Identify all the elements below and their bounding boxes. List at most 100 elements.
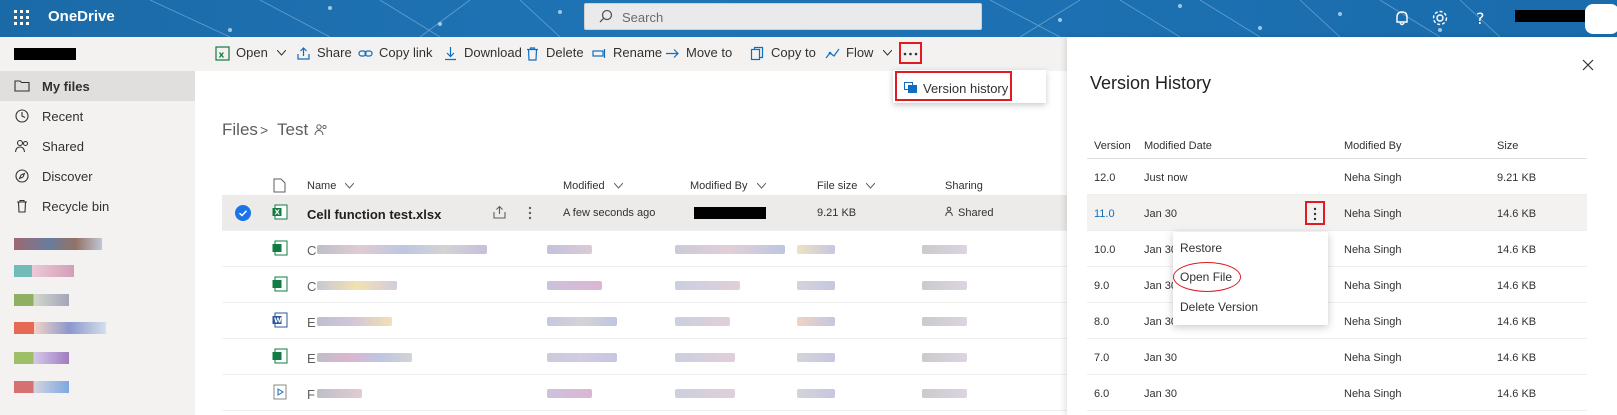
column-header-name[interactable]: Name (307, 180, 355, 192)
blurred-sharing (922, 389, 967, 398)
search-box[interactable]: Search (584, 3, 982, 30)
trash-icon (17, 199, 27, 213)
more-vertical-icon (1313, 207, 1317, 221)
download-label: Download (464, 45, 522, 60)
version-history-menu-item[interactable]: Version history (895, 71, 1012, 101)
breadcrumb-root[interactable]: Files (222, 120, 258, 139)
blurred-modified-by (675, 281, 740, 290)
version-history-label: Version history (923, 81, 1009, 96)
gear-icon[interactable] (1430, 8, 1450, 28)
table-row[interactable]: X Cell function test.xlsx A few seconds … (222, 195, 1067, 231)
modified-by-redacted (694, 207, 766, 219)
column-header-file-size[interactable]: File size (817, 180, 876, 192)
more-actions-button[interactable] (899, 42, 922, 64)
table-row[interactable]: F (222, 375, 1067, 411)
blurred-file-name (317, 389, 362, 398)
library-item[interactable] (14, 352, 69, 364)
version-row[interactable]: 10.0 Jan 30 Neha Singh 14.6 KB (1087, 231, 1587, 267)
user-name-redacted (14, 48, 76, 60)
rename-label: Rename (613, 45, 663, 60)
search-placeholder[interactable]: Search (622, 10, 663, 25)
restore-menu-item[interactable]: Restore (1180, 241, 1222, 255)
nav-item-recycle-bin[interactable]: Recycle bin (0, 191, 195, 221)
column-header-modified-by[interactable]: Modified By (690, 180, 766, 192)
blurred-modified (547, 245, 592, 254)
delete-version-menu-item[interactable]: Delete Version (1180, 300, 1258, 314)
chevron-down-icon (866, 183, 876, 189)
checkmark-icon (238, 210, 248, 217)
file-name[interactable]: E (307, 315, 316, 330)
version-row[interactable]: 9.0 Jan 30 Neha Singh 14.6 KB (1087, 267, 1587, 303)
blurred-file-name (317, 245, 487, 254)
blurred-size (797, 281, 835, 290)
version-row[interactable]: 6.0 Jan 30 Neha Singh 14.6 KB (1087, 375, 1587, 411)
version-date: Jan 30 (1144, 208, 1178, 220)
column-header-sharing[interactable]: Sharing (945, 180, 983, 192)
library-item[interactable] (14, 322, 106, 334)
version-more-button[interactable] (1305, 201, 1325, 225)
blurred-sharing (922, 281, 967, 290)
version-row[interactable]: 7.0 Jan 30 Neha Singh 14.6 KB (1087, 339, 1587, 375)
file-name[interactable]: Cell function test.xlsx (307, 207, 441, 222)
help-icon[interactable]: ? (1470, 8, 1490, 28)
copy-icon (750, 46, 764, 61)
version-row[interactable]: 11.0 Jan 30 Neha Singh 14.6 KB (1087, 195, 1587, 231)
clock-icon (15, 109, 29, 123)
close-icon[interactable] (1582, 59, 1594, 71)
blurred-file-name (317, 353, 412, 362)
nav-item-recent[interactable]: Recent (0, 101, 195, 131)
copy-to-label: Copy to (771, 45, 816, 60)
more-vertical-icon[interactable] (527, 205, 533, 221)
command-bar: x Open Share Copy link Download Delete R… (195, 37, 1067, 71)
library-item[interactable] (14, 265, 74, 277)
column-header-label: Modified (563, 180, 605, 192)
svg-text:?: ? (1476, 9, 1485, 28)
table-row[interactable]: C (222, 267, 1067, 303)
file-name[interactable]: C (307, 243, 316, 258)
column-header-label: Name (307, 180, 337, 192)
breadcrumb-current: Test (277, 120, 309, 139)
version-history-panel: Version History Version Modified Date Mo… (1067, 37, 1617, 415)
notification-bell-icon[interactable] (1392, 8, 1412, 28)
chevron-down-icon (613, 183, 623, 189)
version-number[interactable]: 11.0 (1094, 208, 1115, 220)
version-number: 10.0 (1094, 244, 1116, 256)
word-file-icon: W (272, 312, 288, 328)
file-name[interactable]: C (307, 279, 316, 294)
version-date: Just now (1144, 172, 1188, 184)
avatar[interactable] (1585, 4, 1617, 34)
version-number: 9.0 (1094, 280, 1110, 292)
version-row[interactable]: 12.0 Just now Neha Singh 9.21 KB (1087, 159, 1587, 195)
excel-file-icon (272, 348, 288, 364)
column-header-modified[interactable]: Modified (563, 180, 623, 192)
file-name[interactable]: F (307, 387, 315, 402)
open-file-menu-item[interactable]: Open File (1180, 270, 1232, 284)
library-item[interactable] (14, 294, 69, 306)
compass-icon (15, 169, 29, 183)
app-title[interactable]: OneDrive (48, 8, 115, 25)
trash-icon (527, 47, 538, 61)
video-file-icon (273, 384, 287, 400)
people-icon (14, 139, 28, 153)
version-row[interactable]: 8.0 Jan 30 Neha Singh 14.6 KB (1087, 303, 1587, 339)
version-date: Jan 30 (1144, 352, 1178, 364)
blurred-size (797, 389, 835, 398)
table-row[interactable]: C (222, 231, 1067, 267)
nav-item-discover[interactable]: Discover (0, 161, 195, 191)
share-icon[interactable] (492, 205, 507, 220)
nav-item-my-files[interactable]: My files (0, 71, 195, 101)
library-item[interactable] (14, 381, 69, 393)
column-header-label: Modified By (690, 180, 748, 192)
nav-item-shared[interactable]: Shared (0, 131, 195, 161)
file-name[interactable]: E (307, 351, 316, 366)
column-header-label: Sharing (945, 180, 983, 192)
checkbox-selected[interactable] (235, 205, 251, 221)
download-icon (445, 47, 456, 61)
table-row[interactable]: W E (222, 303, 1067, 339)
app-launcher-icon[interactable] (14, 10, 30, 26)
library-item[interactable] (14, 238, 102, 250)
file-modified: A few seconds ago (563, 207, 656, 219)
move-icon (666, 49, 679, 58)
table-row[interactable]: E (222, 339, 1067, 375)
account-name-redacted[interactable] (1515, 10, 1585, 22)
